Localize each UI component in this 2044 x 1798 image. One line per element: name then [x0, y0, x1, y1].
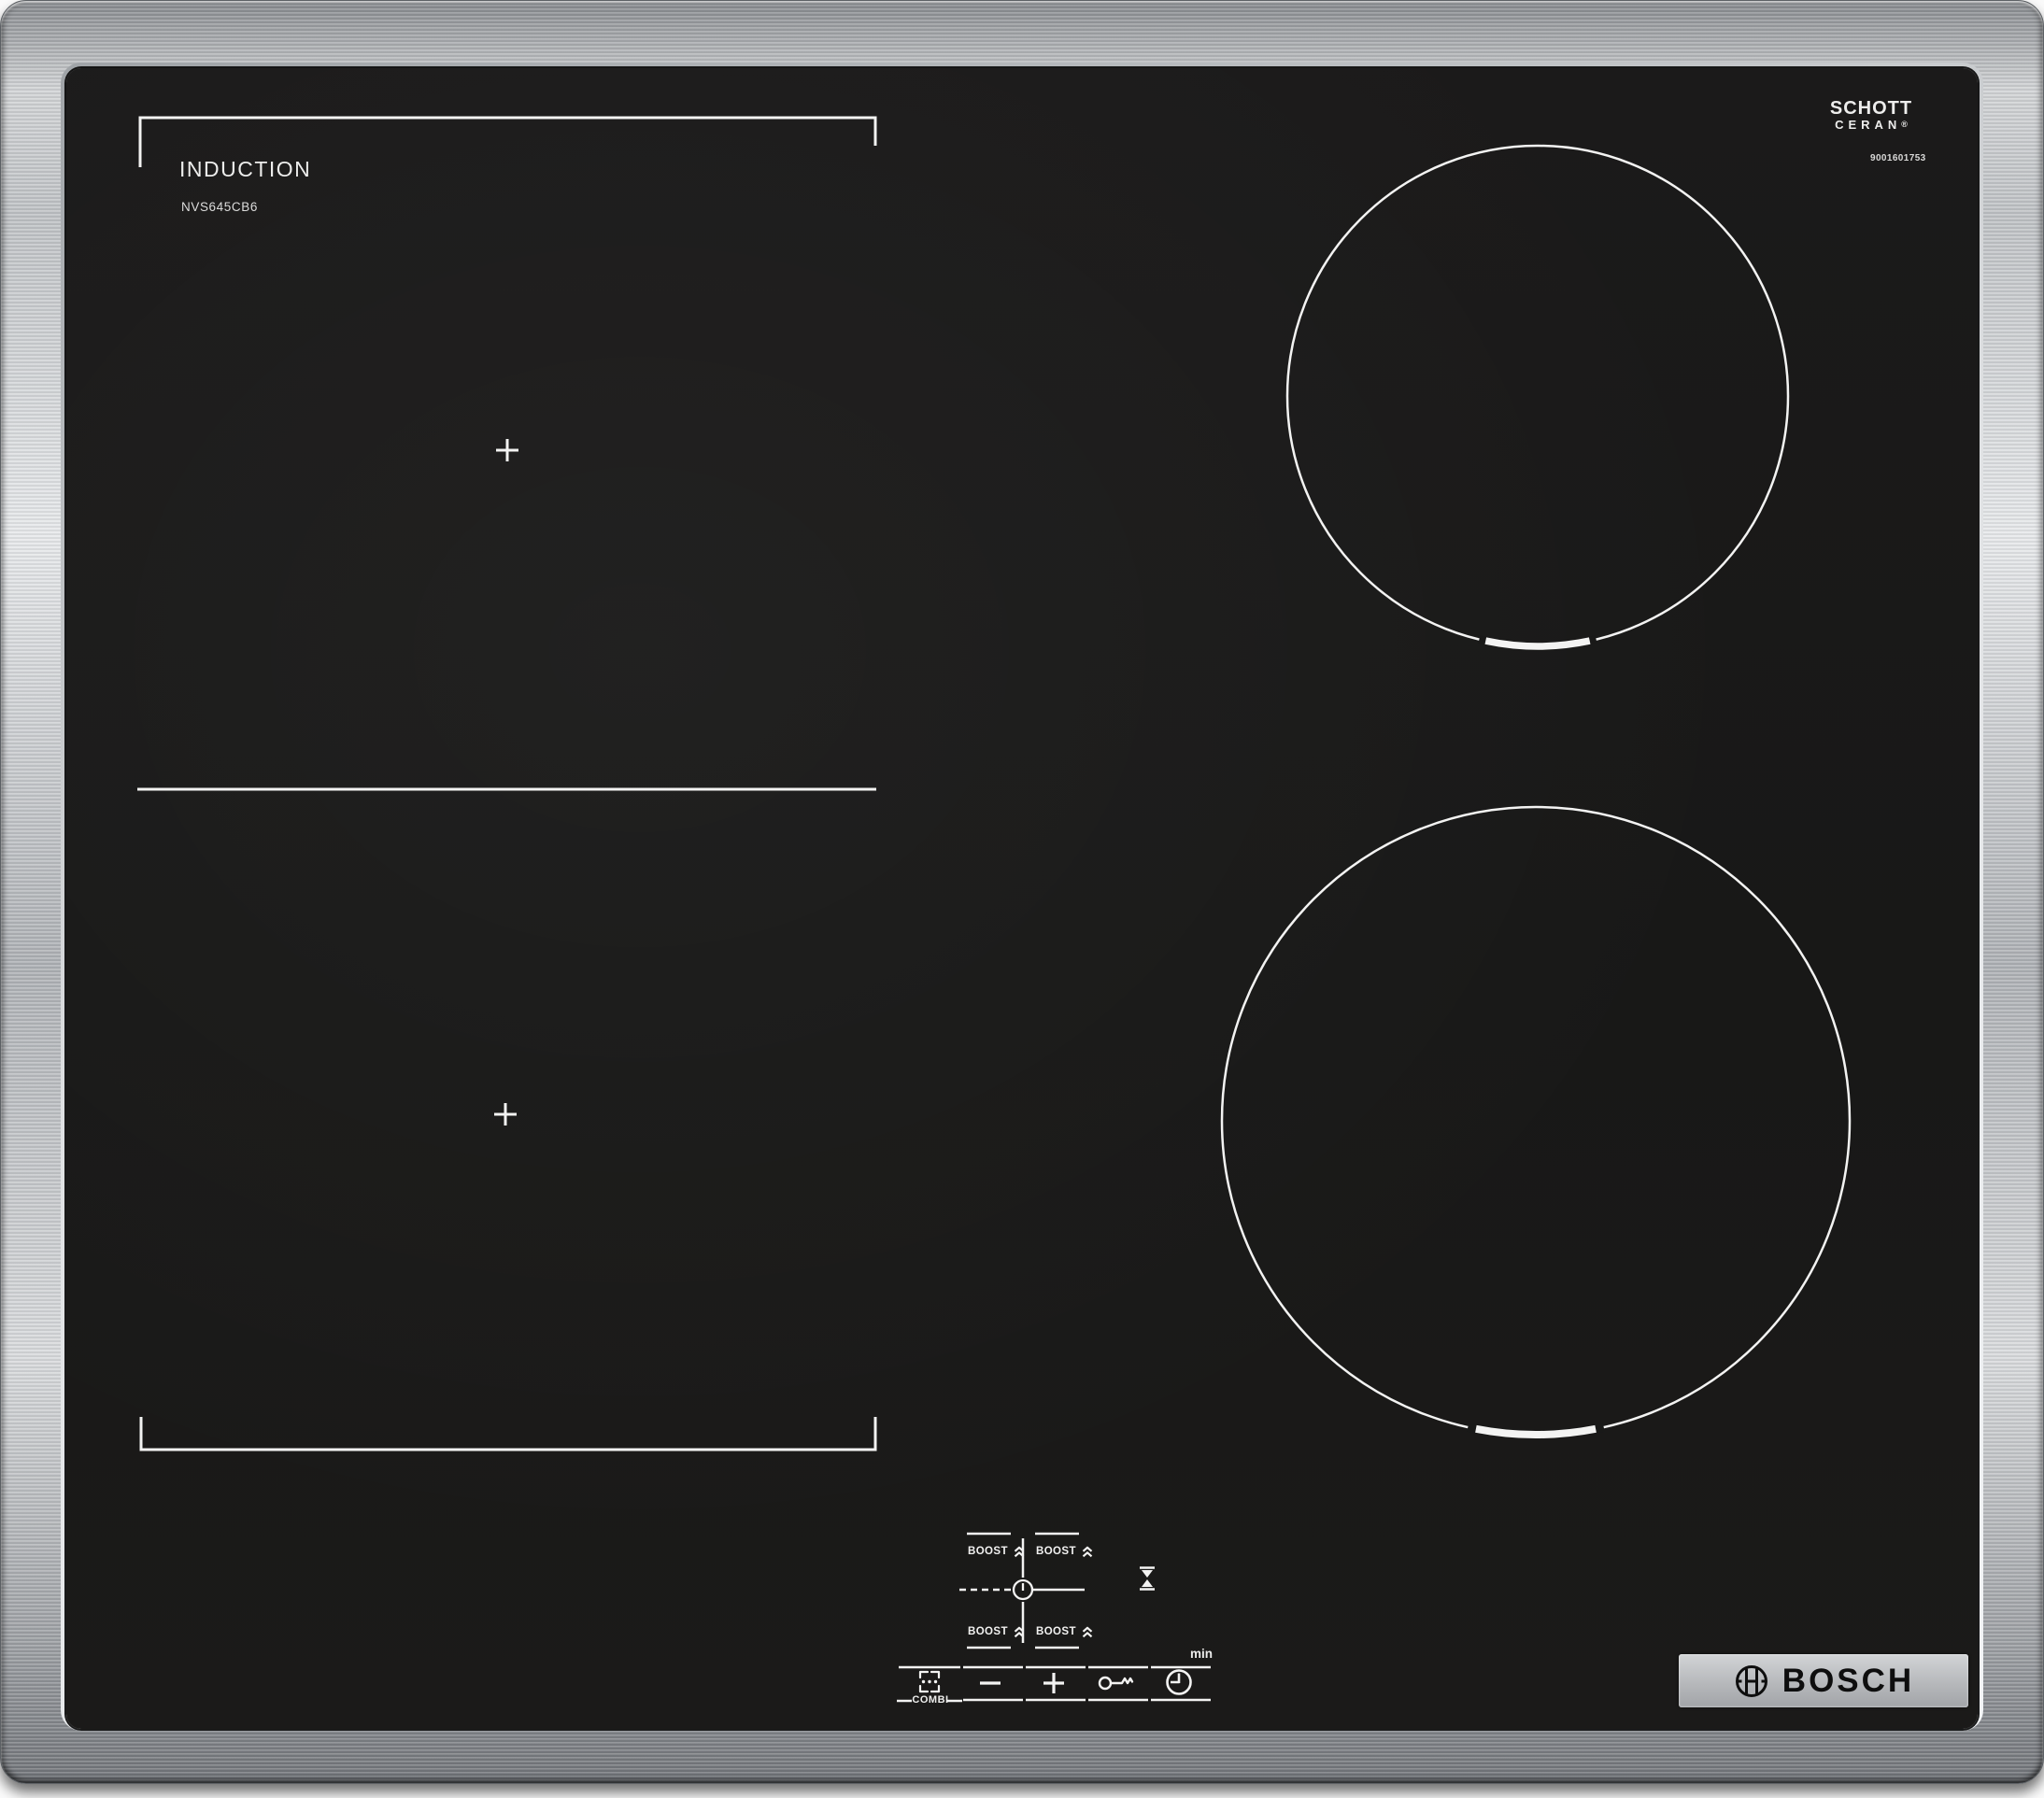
boost-label: BOOST: [1036, 1626, 1076, 1637]
induction-hob: [0, 0, 2044, 1784]
bosch-badge: BOSCH: [1679, 1654, 1968, 1707]
boost-label: BOOST: [968, 1546, 1008, 1557]
boost-top-right-button[interactable]: BOOST: [1036, 1544, 1093, 1559]
product-photo: INDUCTION NVS645CB6 SCHOTT CERAN® 900160…: [0, 0, 2044, 1798]
bosch-brand-text: BOSCH: [1781, 1662, 1915, 1699]
glass-surface: [66, 68, 1978, 1729]
bosch-anchor-icon: [1735, 1664, 1767, 1697]
boost-chevrons-icon: [1014, 1546, 1025, 1557]
boost-label: BOOST: [968, 1626, 1008, 1637]
boost-label: BOOST: [1036, 1546, 1076, 1557]
boost-chevrons-icon: [1082, 1546, 1093, 1557]
zone-type-label: INDUCTION: [179, 157, 312, 181]
boost-bottom-right-button[interactable]: BOOST: [1036, 1624, 1093, 1639]
boost-bottom-left-button[interactable]: BOOST: [968, 1624, 1025, 1639]
registered-mark: ®: [1901, 120, 1908, 129]
schott-ceran-logo: SCHOTT CERAN®: [1820, 99, 1923, 132]
min-unit-label: min: [1189, 1647, 1213, 1661]
model-number: NVS645CB6: [181, 200, 258, 214]
boost-chevrons-icon: [1014, 1626, 1025, 1637]
ceran-text: CERAN®: [1835, 118, 1908, 132]
combi-label[interactable]: COMBI: [901, 1694, 960, 1706]
boost-chevrons-icon: [1082, 1626, 1093, 1637]
boost-top-left-button[interactable]: BOOST: [968, 1544, 1025, 1559]
schott-text: SCHOTT: [1829, 98, 1913, 119]
glass-code: 9001601753: [1870, 153, 1926, 163]
